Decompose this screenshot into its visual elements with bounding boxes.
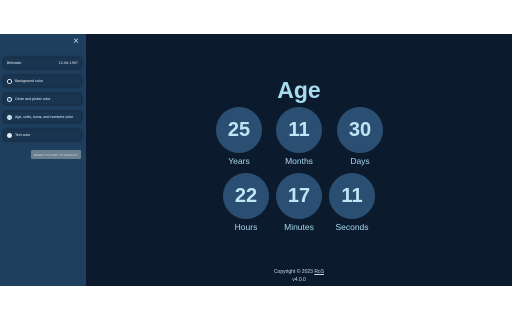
app-window: × Birthdate 12-06-1997 Background color … <box>0 34 512 286</box>
birthdate-label: Birthdate <box>7 61 22 65</box>
months-value: 11 <box>288 118 310 141</box>
author-link[interactable]: RoS <box>314 269 324 275</box>
settings-sidebar: × Birthdate 12-06-1997 Background color … <box>0 34 86 286</box>
reset-colors-button[interactable]: RESET COLORS TO DEFAULT <box>31 150 81 159</box>
page-title: Age <box>277 77 321 103</box>
circle-color-picker[interactable]: Circle and picker color <box>3 93 82 105</box>
text-color-picker[interactable]: Text color <box>3 129 82 141</box>
days-value: 30 <box>348 118 372 141</box>
years-value: 25 <box>227 118 251 141</box>
footer: Copyright © 2023 RoS v4.0.0 <box>86 268 512 284</box>
unit-seconds: 11 Seconds <box>327 173 377 232</box>
minutes-value: 17 <box>287 184 311 207</box>
birthdate-field[interactable]: Birthdate 12-06-1997 <box>3 57 82 69</box>
numbers-color-swatch[interactable] <box>7 114 12 120</box>
background-color-label: Background color <box>15 79 43 83</box>
age-display: Age 25 Years 11 Months 30 Days 22 Hours … <box>86 34 512 286</box>
birthdate-value[interactable]: 12-06-1997 <box>59 61 78 65</box>
background-color-picker[interactable]: Background color <box>3 75 82 87</box>
text-color-swatch[interactable] <box>7 132 12 138</box>
copyright-text: Copyright © 2023 <box>273 269 313 275</box>
hours-circle: 22 <box>223 173 269 219</box>
unit-months: 11 Months <box>274 107 324 166</box>
text-color-label: Text color <box>15 133 31 137</box>
seconds-label: Seconds <box>335 222 369 232</box>
close-icon[interactable]: × <box>71 37 81 47</box>
months-circle: 11 <box>276 107 322 153</box>
years-label: Years <box>228 156 250 166</box>
hours-label: Hours <box>234 222 258 232</box>
circle-color-label: Circle and picker color <box>15 97 51 101</box>
copyright-line: Copyright © 2023 RoS <box>86 268 512 276</box>
months-label: Months <box>285 156 313 166</box>
minutes-label: Minutes <box>284 222 314 232</box>
version-text: v4.0.0 <box>292 277 306 283</box>
numbers-color-picker[interactable]: Age, units, icons, and numbers color <box>3 111 82 123</box>
background-color-swatch[interactable] <box>7 78 12 84</box>
unit-hours: 22 Hours <box>221 173 271 232</box>
unit-minutes: 17 Minutes <box>274 173 324 232</box>
seconds-value: 11 <box>341 184 363 207</box>
numbers-color-label: Age, units, icons, and numbers color <box>15 115 74 119</box>
seconds-circle: 11 <box>329 173 375 219</box>
days-circle: 30 <box>337 107 383 153</box>
circle-color-swatch[interactable] <box>7 96 12 102</box>
years-circle: 25 <box>216 107 262 153</box>
unit-days: 30 Days <box>335 107 385 166</box>
days-label: Days <box>350 156 370 166</box>
hours-value: 22 <box>234 184 258 207</box>
minutes-circle: 17 <box>276 173 322 219</box>
unit-years: 25 Years <box>214 107 264 166</box>
